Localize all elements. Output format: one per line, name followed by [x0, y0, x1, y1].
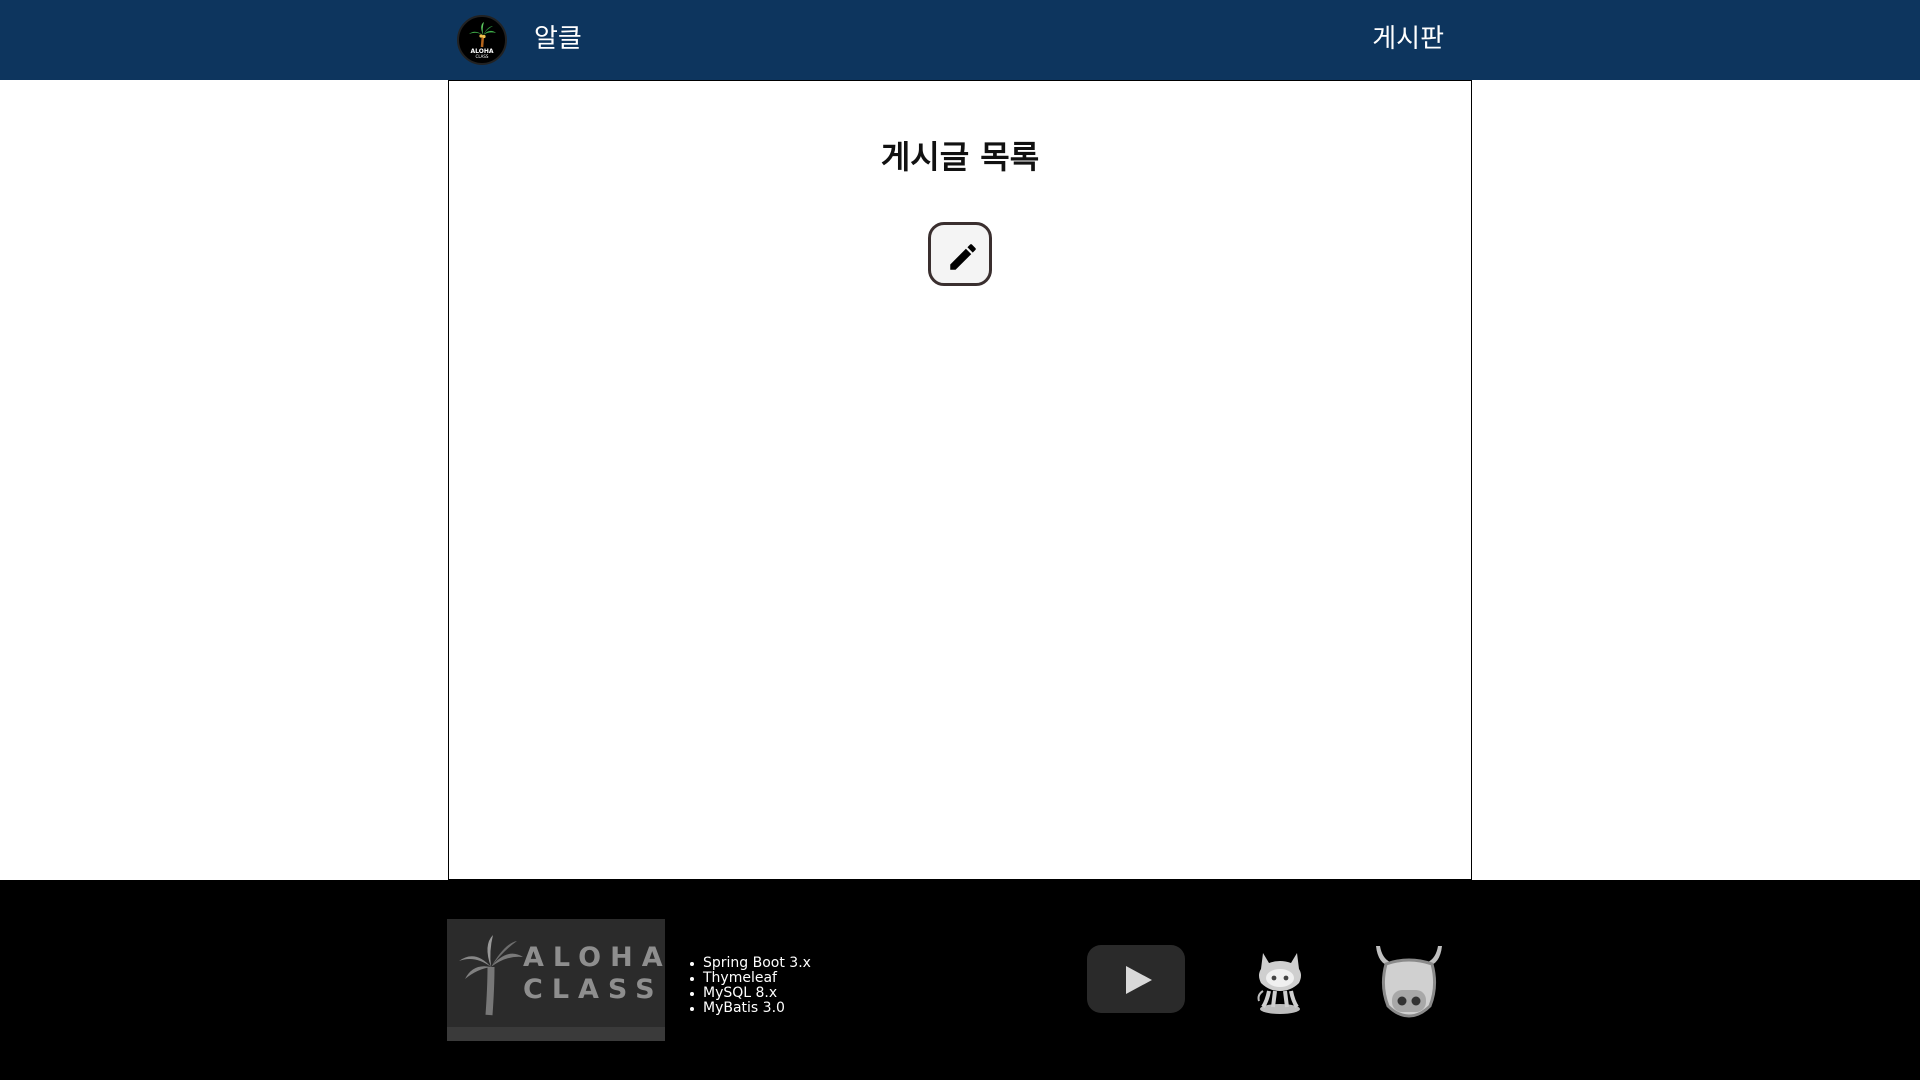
- list-item: Thymeleaf: [690, 971, 811, 986]
- footer-logo-line1: ALOHA: [523, 942, 672, 973]
- logo-subtext: CLASS: [475, 54, 489, 59]
- footer-logo-line2: CLASS: [523, 974, 664, 1005]
- site-footer: ALOHA CLASS Spring Boot 3.x Thymeleaf My…: [0, 880, 1920, 1080]
- list-item: MyBatis 3.0: [690, 1001, 811, 1016]
- cow-icon: [1376, 946, 1442, 1018]
- footer-logo: ALOHA CLASS: [447, 919, 665, 1041]
- github-link[interactable]: [1251, 945, 1309, 1015]
- footer-logo-strip: [447, 1027, 665, 1041]
- youtube-link[interactable]: [1087, 945, 1185, 1013]
- brand-link[interactable]: 알클: [534, 22, 582, 56]
- tech-stack-list: Spring Boot 3.x Thymeleaf MySQL 8.x MyBa…: [690, 956, 811, 1016]
- cow-link[interactable]: [1372, 942, 1446, 1018]
- list-item: MySQL 8.x: [690, 986, 811, 1001]
- main-content: 게시글 목록: [448, 80, 1472, 880]
- header-inner: ALOHA CLASS 알클 게시판: [448, 0, 1472, 80]
- site-header: ALOHA CLASS 알클 게시판: [0, 0, 1920, 80]
- write-post-button[interactable]: [928, 222, 992, 286]
- logo[interactable]: ALOHA CLASS: [457, 15, 507, 65]
- pencil-icon: [950, 244, 976, 270]
- palm-tree-icon: [459, 935, 523, 1016]
- youtube-icon: [1126, 966, 1152, 994]
- list-item: Spring Boot 3.x: [690, 956, 811, 971]
- github-icon: [1257, 953, 1301, 1014]
- page-title: 게시글 목록: [880, 138, 1040, 176]
- nav-board-link[interactable]: 게시판: [1372, 22, 1444, 56]
